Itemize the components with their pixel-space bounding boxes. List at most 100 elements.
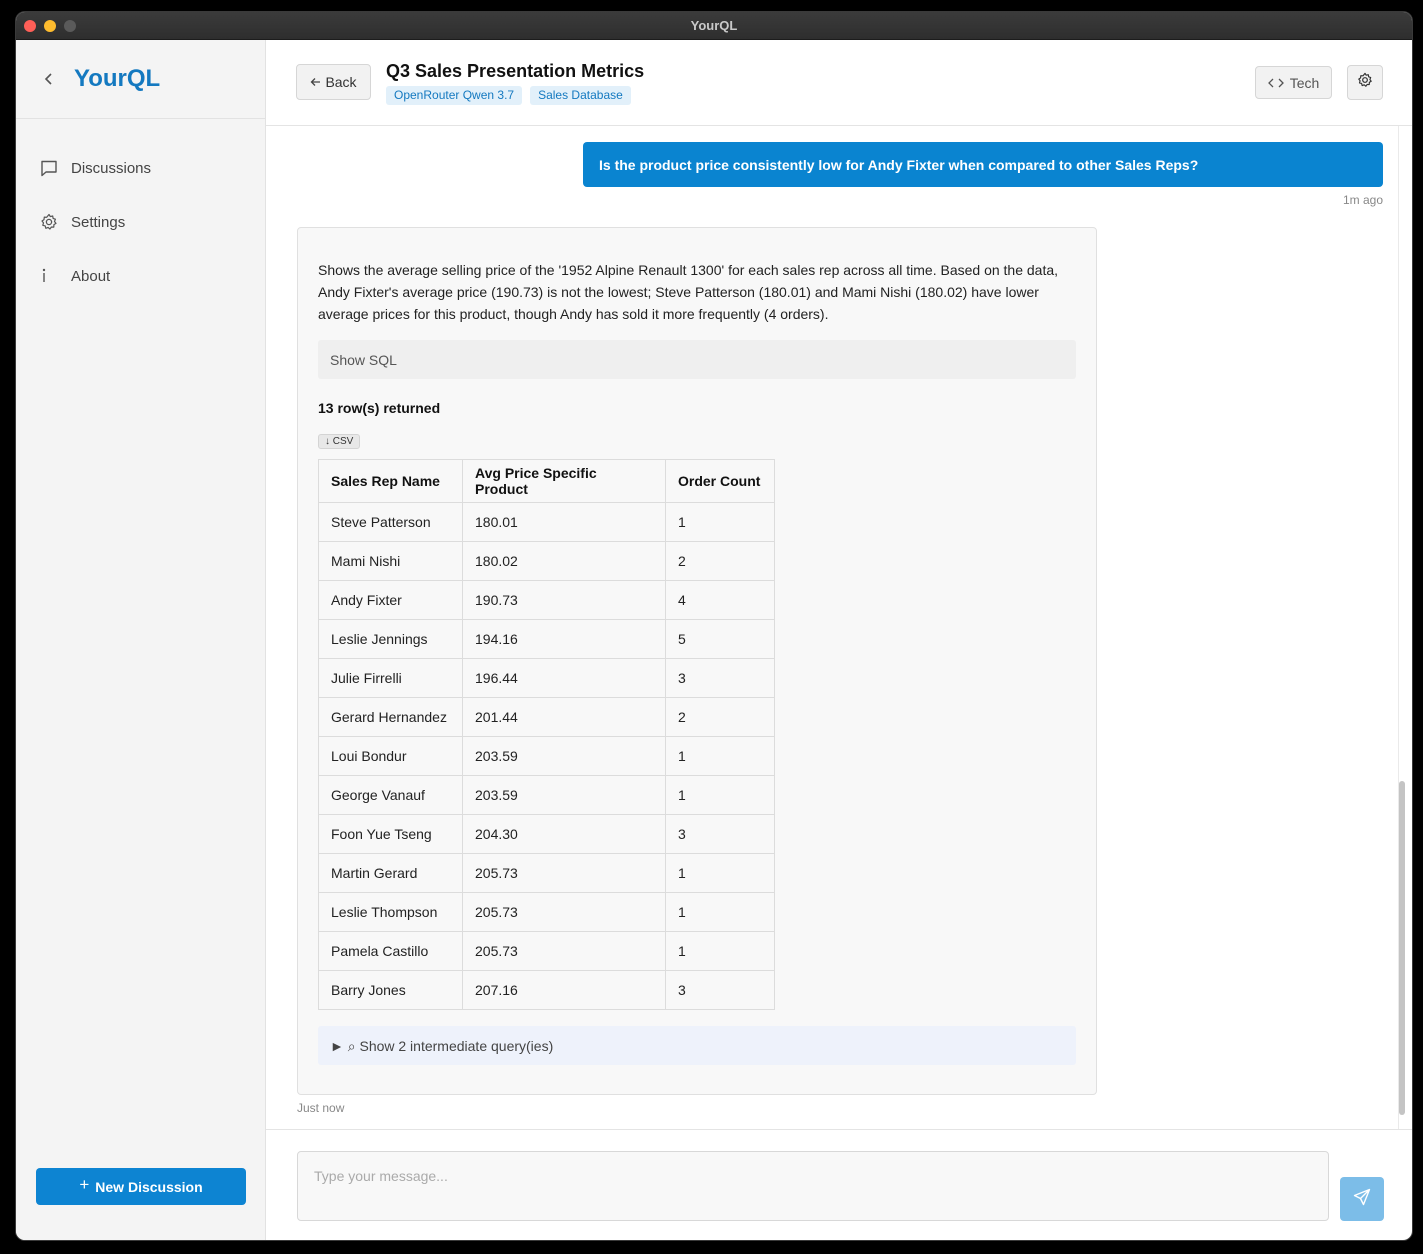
table-cell: Leslie Thompson xyxy=(318,892,463,932)
table-cell: 207.16 xyxy=(462,970,666,1010)
table-row: Barry Jones 207.16 3 xyxy=(318,970,775,1010)
code-icon xyxy=(1267,75,1284,91)
table-cell: 180.02 xyxy=(462,541,666,581)
table-row: Julie Firrelli 196.44 3 xyxy=(318,658,775,698)
table-cell: 1 xyxy=(665,931,775,971)
assistant-message: Shows the average selling price of the '… xyxy=(297,227,1097,1095)
chat-scrollbar[interactable] xyxy=(1399,781,1405,1115)
table-cell: Steve Patterson xyxy=(318,502,463,542)
table-cell: 196.44 xyxy=(462,658,666,698)
table-cell: 1 xyxy=(665,892,775,932)
table-cell: 205.73 xyxy=(462,853,666,893)
table-cell: 4 xyxy=(665,580,775,620)
back-button[interactable]: Back xyxy=(296,64,371,100)
settings-button[interactable] xyxy=(1347,65,1383,100)
table-cell: Mami Nishi xyxy=(318,541,463,581)
sidebar-item-settings[interactable]: Settings xyxy=(16,195,265,249)
table-cell: George Vanauf xyxy=(318,775,463,815)
title-bar: YourQL xyxy=(16,12,1412,40)
table-cell: 1 xyxy=(665,853,775,893)
discussion-tags: OpenRouter Qwen 3.7 Sales Database xyxy=(386,86,631,105)
column-header: Sales Rep Name xyxy=(318,459,463,503)
table-cell: 203.59 xyxy=(462,775,666,815)
table-row: Martin Gerard 205.73 1 xyxy=(318,853,775,893)
user-message: Is the product price consistently low fo… xyxy=(583,142,1383,187)
table-row: Foon Yue Tseng 204.30 3 xyxy=(318,814,775,854)
table-cell: Pamela Castillo xyxy=(318,931,463,971)
minimize-window-button[interactable] xyxy=(44,20,56,32)
table-cell: 3 xyxy=(665,814,775,854)
table-cell: 2 xyxy=(665,697,775,737)
send-icon xyxy=(1353,1188,1371,1211)
chat-bubble-icon xyxy=(40,159,71,177)
page-title: Q3 Sales Presentation Metrics xyxy=(386,61,645,81)
rows-returned-label: 13 row(s) returned xyxy=(318,400,441,416)
table-row: Andy Fixter 190.73 4 xyxy=(318,580,775,620)
user-message-time: 1m ago xyxy=(1342,193,1383,207)
sidebar-item-label: About xyxy=(71,267,111,285)
sidebar: YourQL Discussions Settings About + New … xyxy=(16,40,266,1240)
table-cell: 5 xyxy=(665,619,775,659)
maximize-window-button[interactable] xyxy=(64,20,76,32)
sidebar-brand: YourQL xyxy=(16,40,265,119)
table-cell: Leslie Jennings xyxy=(318,619,463,659)
table-cell: 204.30 xyxy=(462,814,666,854)
gear-icon xyxy=(40,213,71,231)
table-cell: 180.01 xyxy=(462,502,666,542)
tech-button[interactable]: Tech xyxy=(1255,66,1332,99)
table-cell: 3 xyxy=(665,970,775,1010)
table-cell: 1 xyxy=(665,775,775,815)
table-cell: 203.59 xyxy=(462,736,666,776)
plus-icon: + xyxy=(79,1175,90,1194)
assistant-message-text: Shows the average selling price of the '… xyxy=(318,262,1059,322)
column-header: Avg Price Specific Product xyxy=(462,459,666,503)
new-discussion-button[interactable]: + New Discussion xyxy=(36,1168,246,1205)
back-label: Back xyxy=(325,74,357,90)
collapse-sidebar-icon[interactable] xyxy=(44,69,74,90)
table-cell: 205.73 xyxy=(462,892,666,932)
sidebar-item-label: Settings xyxy=(71,213,126,231)
show-sql-toggle[interactable]: Show SQL xyxy=(318,340,1076,379)
gear-icon xyxy=(1357,72,1373,93)
sidebar-nav: Discussions Settings About xyxy=(16,119,265,303)
sidebar-item-about[interactable]: About xyxy=(16,249,265,303)
show-intermediate-queries-toggle[interactable]: ► ⌕ Show 2 intermediate query(ies) xyxy=(318,1026,1076,1065)
new-discussion-label: New Discussion xyxy=(95,1178,203,1195)
table-cell: 1 xyxy=(665,736,775,776)
model-tag: OpenRouter Qwen 3.7 xyxy=(386,86,523,105)
assistant-message-time: Just now xyxy=(297,1101,345,1115)
table-cell: 2 xyxy=(665,541,775,581)
chat-area[interactable]: Is the product price consistently low fo… xyxy=(266,126,1412,1130)
table-row: Mami Nishi 180.02 2 xyxy=(318,541,775,581)
table-cell: Gerard Hernandez xyxy=(318,697,463,737)
table-cell: 201.44 xyxy=(462,697,666,737)
send-button[interactable] xyxy=(1340,1177,1384,1221)
table-row: Leslie Thompson 205.73 1 xyxy=(318,892,775,932)
table-row: George Vanauf 203.59 1 xyxy=(318,775,775,815)
sidebar-item-discussions[interactable]: Discussions xyxy=(16,141,265,195)
table-cell: 194.16 xyxy=(462,619,666,659)
app-window: YourQL YourQL Discussions Settings About… xyxy=(15,11,1413,1241)
table-cell: Foon Yue Tseng xyxy=(318,814,463,854)
window-controls xyxy=(24,20,76,32)
table-cell: Martin Gerard xyxy=(318,853,463,893)
message-input[interactable]: Type your message... xyxy=(297,1151,1329,1221)
database-tag: Sales Database xyxy=(530,86,631,105)
table-cell: Andy Fixter xyxy=(318,580,463,620)
discussion-header: Back Q3 Sales Presentation Metrics OpenR… xyxy=(266,40,1412,126)
table-cell: 1 xyxy=(665,502,775,542)
table-cell: 205.73 xyxy=(462,931,666,971)
table-row: Steve Patterson 180.01 1 xyxy=(318,502,775,542)
tech-label: Tech xyxy=(1289,74,1320,91)
close-window-button[interactable] xyxy=(24,20,36,32)
results-table: Sales Rep Name Avg Price Specific Produc… xyxy=(318,459,775,1010)
download-csv-button[interactable]: ↓ CSV xyxy=(318,434,361,449)
table-cell: Barry Jones xyxy=(318,970,463,1010)
arrow-left-icon xyxy=(310,74,321,90)
table-cell: 190.73 xyxy=(462,580,666,620)
app-logo-text: YourQL xyxy=(74,65,161,92)
table-row: Pamela Castillo 205.73 1 xyxy=(318,931,775,971)
table-cell: Loui Bondur xyxy=(318,736,463,776)
info-icon xyxy=(40,267,71,285)
table-header-row: Sales Rep Name Avg Price Specific Produc… xyxy=(318,459,775,503)
